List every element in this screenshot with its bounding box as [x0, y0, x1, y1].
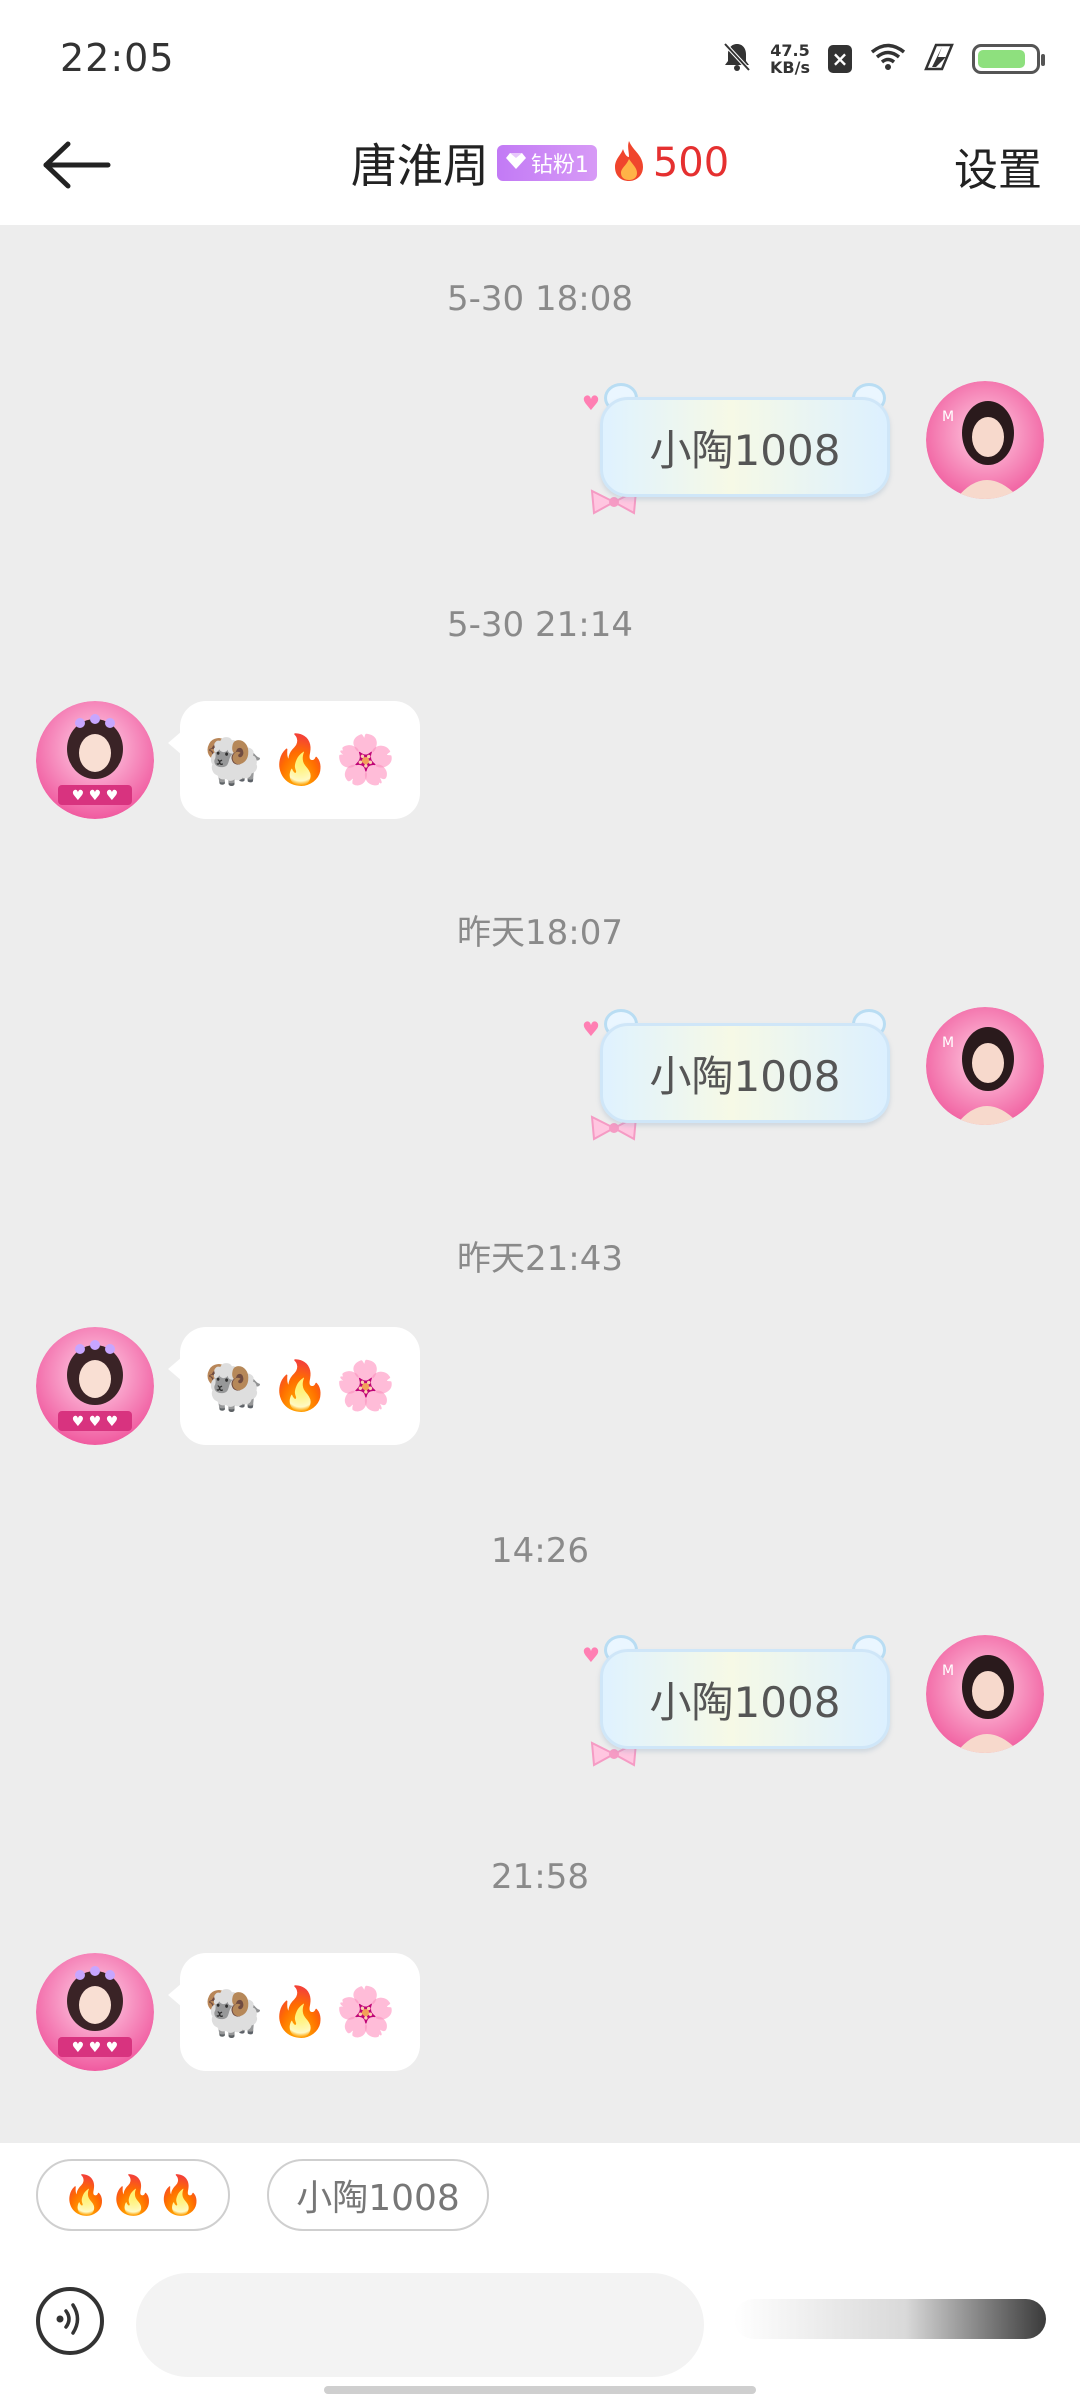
- net-speed-value: 47.5: [770, 41, 810, 60]
- emoji-blossom: 🌸: [335, 732, 396, 788]
- heart-icon: ♥: [582, 1017, 600, 1041]
- message-timestamp: 14:26: [491, 1531, 589, 1571]
- emoji-blossom: 🌸: [335, 1984, 396, 2040]
- heart-icon: ♥: [582, 391, 600, 415]
- settings-button[interactable]: 设置: [954, 134, 1042, 198]
- data-blocked-icon: ×: [828, 45, 852, 73]
- chat-title-group[interactable]: 唐淮周 钻粉1 500: [0, 130, 1080, 196]
- emoji-action-bar[interactable]: [734, 2299, 1046, 2339]
- emoji-sheep: 🐏: [204, 1358, 265, 1414]
- voice-input-icon: [50, 2299, 90, 2343]
- status-bar: 22:05 47.5 KB/s ×: [0, 0, 1080, 110]
- charging-icon: [924, 43, 954, 75]
- status-time: 22:05: [60, 36, 175, 80]
- heart-icon: ♥: [582, 1643, 600, 1667]
- wifi-icon: [870, 43, 906, 75]
- message-input[interactable]: [136, 2273, 704, 2377]
- message-text: 小陶1008: [649, 1677, 841, 1727]
- message-timestamp: 昨天18:07: [457, 913, 623, 953]
- mute-bell-icon: [722, 41, 752, 77]
- message-bubble-received[interactable]: 🐏 🔥 🌸: [168, 701, 420, 819]
- battery-icon: [972, 44, 1045, 74]
- svg-text:♥ ♥ ♥: ♥ ♥ ♥: [72, 1414, 119, 1430]
- message-bubble-received[interactable]: 🐏 🔥 🌸: [168, 1327, 420, 1445]
- quick-reply-chip[interactable]: 小陶1008: [267, 2159, 489, 2231]
- my-avatar[interactable]: M: [926, 1007, 1044, 1125]
- svg-text:♥ ♥ ♥: ♥ ♥ ♥: [72, 2040, 119, 2056]
- net-speed: 47.5 KB/s: [770, 42, 810, 76]
- svg-text:♥ ♥ ♥: ♥ ♥ ♥: [72, 788, 119, 804]
- net-speed-unit: KB/s: [770, 58, 810, 77]
- my-avatar[interactable]: M: [926, 381, 1044, 499]
- home-indicator[interactable]: [324, 2386, 756, 2394]
- flame-icon: [611, 139, 647, 187]
- diamond-icon: [505, 151, 527, 176]
- message-timestamp: 5-30 21:14: [447, 605, 633, 645]
- my-avatar[interactable]: M: [926, 1635, 1044, 1753]
- contact-avatar[interactable]: ♥ ♥ ♥: [36, 701, 154, 819]
- flame-count-value: 500: [652, 140, 730, 186]
- intimacy-flame: 500: [611, 139, 729, 187]
- contact-avatar[interactable]: ♥ ♥ ♥: [36, 1953, 154, 2071]
- message-text: 小陶1008: [649, 425, 841, 475]
- contact-avatar[interactable]: ♥ ♥ ♥: [36, 1327, 154, 1445]
- fan-badge-label: 钻粉1: [530, 153, 589, 178]
- emoji-fire: 🔥: [270, 1358, 330, 1414]
- composer-area: 🔥🔥🔥 小陶1008: [0, 2143, 1080, 2400]
- message-timestamp: 5-30 18:08: [447, 279, 633, 319]
- message-timestamp: 昨天21:43: [457, 1239, 623, 1279]
- message-text: 小陶1008: [649, 1051, 841, 1101]
- svg-text:M: M: [942, 1035, 954, 1051]
- message-timestamp: 21:58: [491, 1857, 589, 1897]
- emoji-sheep: 🐏: [204, 1984, 265, 2040]
- chat-message-list[interactable]: 5-30 18:08 M ♥ 小陶1008 5-30 21:14 ♥ ♥ ♥ 🐏…: [0, 225, 1080, 2143]
- emoji-fire: 🔥: [270, 1984, 330, 2040]
- svg-text:M: M: [942, 1663, 954, 1679]
- message-bubble-sent[interactable]: ♥ 小陶1008: [582, 1635, 890, 1767]
- message-bubble-sent[interactable]: ♥ 小陶1008: [582, 383, 890, 515]
- status-icons: 47.5 KB/s ×: [722, 36, 1045, 82]
- quick-reply-chip[interactable]: 🔥🔥🔥: [36, 2159, 230, 2231]
- message-bubble-sent[interactable]: ♥ 小陶1008: [582, 1009, 890, 1141]
- svg-text:M: M: [942, 409, 954, 425]
- emoji-sheep: 🐏: [204, 732, 265, 788]
- chat-title: 唐淮周: [350, 139, 489, 193]
- emoji-blossom: 🌸: [335, 1358, 396, 1414]
- emoji-fire: 🔥: [270, 732, 330, 788]
- chat-header: 唐淮周 钻粉1 500 设置: [0, 110, 1080, 225]
- voice-input-button[interactable]: [36, 2287, 104, 2355]
- fan-level-badge: 钻粉1: [496, 145, 597, 181]
- message-bubble-received[interactable]: 🐏 🔥 🌸: [168, 1953, 420, 2071]
